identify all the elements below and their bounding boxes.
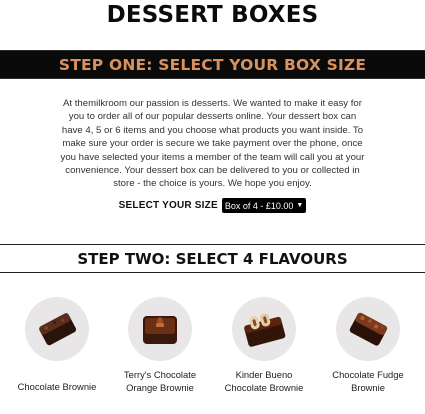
product-card[interactable]: Chocolate Brownie — [7, 297, 107, 394]
step-one-banner: STEP ONE: SELECT YOUR BOX SIZE — [0, 50, 425, 79]
chocolate-brownie-icon — [39, 313, 77, 346]
product-card[interactable]: Terry's Chocolate Orange Brownie — [110, 297, 210, 394]
step-one-heading: STEP ONE: SELECT YOUR BOX SIZE — [58, 55, 367, 74]
orange-brownie-icon — [143, 316, 177, 344]
bueno-brownie-icon — [244, 313, 286, 347]
page-title: DESSERT BOXES — [106, 2, 319, 28]
product-name: Kinder Bueno Chocolate Brownie — [224, 369, 304, 393]
step-two-banner: STEP TWO: SELECT 4 FLAVOURS — [0, 244, 425, 273]
step-two-heading: STEP TWO: SELECT 4 FLAVOURS — [77, 249, 348, 268]
box-size-selected-value: Box of 4 - £10.00 — [224, 200, 294, 211]
product-name: Terry's Chocolate Orange Brownie — [123, 369, 197, 393]
chevron-down-icon: ▼ — [296, 202, 304, 209]
product-image[interactable] — [25, 297, 89, 361]
product-card[interactable]: Chocolate Fudge Brownie — [318, 297, 418, 394]
box-size-label: SELECT YOUR SIZE — [118, 200, 218, 211]
product-image[interactable] — [336, 297, 400, 361]
product-image[interactable] — [128, 297, 192, 361]
product-image[interactable] — [232, 297, 296, 361]
product-name: Chocolate Brownie — [17, 381, 97, 392]
intro-text: At themilkroom our passion is desserts. … — [60, 98, 365, 190]
product-card[interactable]: Kinder Bueno Chocolate Brownie — [214, 297, 314, 394]
box-size-select[interactable]: Box of 4 - £10.00 ▼ — [221, 198, 307, 213]
box-size-row: SELECT YOUR SIZE Box of 4 - £10.00 ▼ — [0, 198, 425, 213]
fudge-brownie-icon — [349, 312, 388, 346]
product-name: Chocolate Fudge Brownie — [332, 369, 404, 393]
